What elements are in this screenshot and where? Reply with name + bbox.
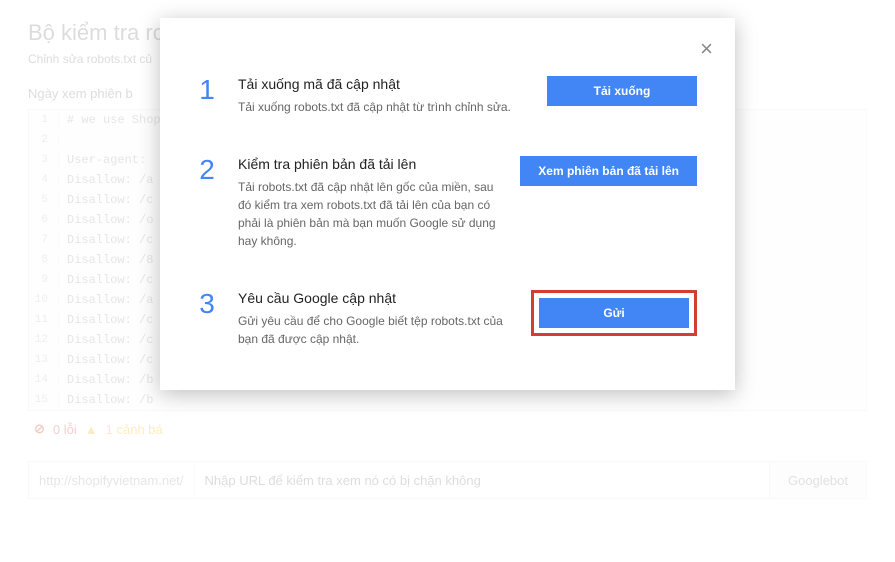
modal-overlay: × 1 Tải xuống mã đã cập nhật Tải xuống r…: [0, 0, 895, 562]
download-button[interactable]: Tải xuống: [547, 76, 697, 106]
step-desc: Tải robots.txt đã cập nhật lên gốc của m…: [238, 178, 502, 250]
step-desc: Tải xuống robots.txt đã cập nhật từ trìn…: [238, 98, 529, 116]
highlight-box: Gửi: [531, 290, 697, 336]
step-desc: Gửi yêu cầu để cho Google biết tệp robot…: [238, 312, 513, 348]
step-number: 2: [198, 156, 216, 250]
step-1: 1 Tải xuống mã đã cập nhật Tải xuống rob…: [198, 76, 697, 116]
step-title: Tải xuống mã đã cập nhật: [238, 76, 529, 92]
submit-button[interactable]: Gửi: [539, 298, 689, 328]
update-robots-modal: × 1 Tải xuống mã đã cập nhật Tải xuống r…: [160, 18, 735, 390]
step-3: 3 Yêu cầu Google cập nhật Gửi yêu cầu để…: [198, 290, 697, 348]
step-title: Yêu cầu Google cập nhật: [238, 290, 513, 306]
step-2: 2 Kiểm tra phiên bản đã tải lên Tải robo…: [198, 156, 697, 250]
view-uploaded-button[interactable]: Xem phiên bản đã tải lên: [520, 156, 697, 186]
step-number: 3: [198, 290, 216, 348]
close-icon[interactable]: ×: [700, 36, 713, 62]
step-title: Kiểm tra phiên bản đã tải lên: [238, 156, 502, 172]
step-number: 1: [198, 76, 216, 116]
